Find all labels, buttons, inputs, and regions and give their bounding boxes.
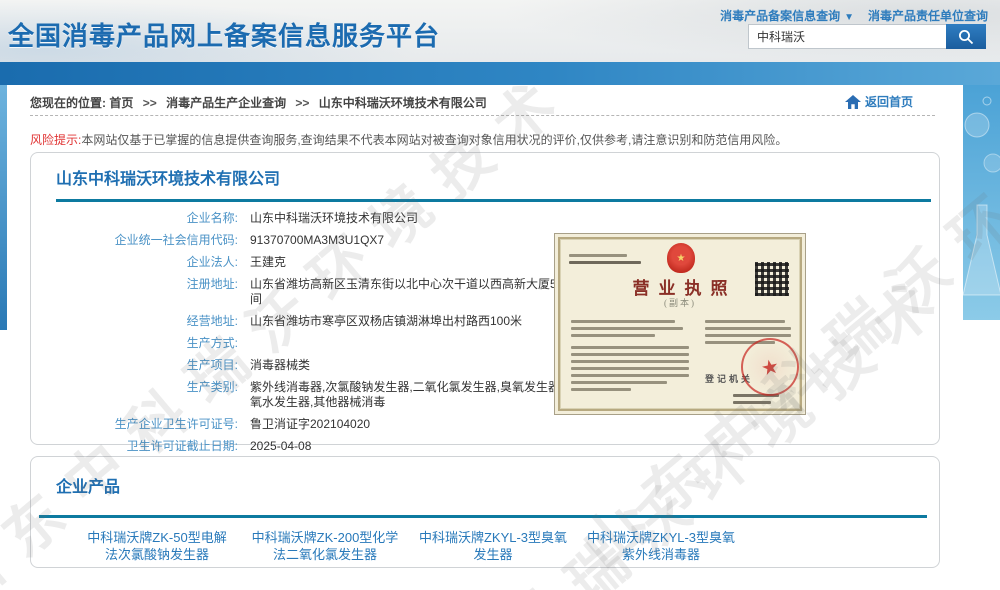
qr-code — [755, 262, 789, 296]
field-value: 紫外线消毒器,次氯酸钠发生器,二氧化氯发生器,臭氧发生器、臭氧水发生器,其他器械… — [250, 380, 590, 410]
field-row: 生产项目: 消毒器械类 — [43, 358, 603, 373]
site-header: 全国消毒产品网上备案信息服务平台 消毒产品备案信息查询 ▼ 消毒产品责任单位查询 — [0, 0, 1000, 62]
title-underline — [56, 199, 931, 202]
field-label: 生产项目: — [43, 358, 238, 373]
product-link-zk200[interactable]: 中科瑞沃牌ZK-200型化学法二氧化氯发生器 — [249, 529, 401, 563]
products-underline — [39, 515, 927, 518]
national-emblem-icon: ★ — [667, 243, 695, 273]
business-license-image: ★ 营业执照 (副本) — [554, 233, 806, 415]
license-credit-code-lines — [569, 250, 641, 268]
product-links: 中科瑞沃牌ZK-50型电解法次氯酸钠发生器 中科瑞沃牌ZK-200型化学法二氧化… — [81, 529, 753, 563]
field-label: 生产方式: — [43, 336, 238, 351]
risk-notice-label: 风险提示: — [30, 133, 81, 147]
breadcrumb-query-link[interactable]: 消毒产品生产企业查询 — [166, 96, 286, 110]
header-divider-band — [0, 62, 1000, 85]
field-label: 企业统一社会信用代码: — [43, 233, 238, 248]
chevron-down-icon: ▼ — [844, 12, 854, 23]
products-title: 企业产品 — [56, 473, 120, 497]
breadcrumb-current: 山东中科瑞沃环境技术有限公司 — [319, 96, 487, 110]
company-info-panel: 山东中科瑞沃环境技术有限公司 企业名称: 山东中科瑞沃环境技术有限公司 企业统一社… — [30, 152, 940, 445]
breadcrumb-prefix: 您现在的位置: — [30, 96, 106, 110]
field-value: 2025-04-08 — [250, 439, 311, 454]
breadcrumb: 您现在的位置: 首页 >> 消毒产品生产企业查询 >> 山东中科瑞沃环境技术有限… — [30, 94, 487, 111]
field-label: 生产企业卫生许可证号: — [43, 417, 238, 432]
product-link-zk50[interactable]: 中科瑞沃牌ZK-50型电解法次氯酸钠发生器 — [81, 529, 233, 563]
right-decor-strip — [963, 85, 1000, 320]
breadcrumb-separator: >> — [143, 96, 157, 110]
field-label: 企业名称: — [43, 211, 238, 226]
product-link-zkyl3-ozone[interactable]: 中科瑞沃牌ZKYL-3型臭氧发生器 — [417, 529, 569, 563]
back-home-link[interactable]: 返回首页 — [845, 93, 913, 110]
field-label: 企业法人: — [43, 255, 238, 270]
field-label: 卫生许可证截止日期: — [43, 439, 238, 454]
field-label: 经营地址: — [43, 314, 238, 329]
field-value: 91370700MA3M3U1QX7 — [250, 233, 384, 248]
risk-notice-text: 本网站仅基于已掌握的信息提供查询服务,查询结果不代表本网站对被查询对象信用状况的… — [81, 133, 787, 147]
field-value: 消毒器械类 — [250, 358, 310, 373]
field-row: 经营地址: 山东省潍坊市寒亭区双杨店镇湖淋埠出村路西100米 — [43, 314, 603, 329]
field-row: 企业统一社会信用代码: 91370700MA3M3U1QX7 — [43, 233, 603, 248]
nav-record-info-query[interactable]: 消毒产品备案信息查询 — [720, 9, 840, 23]
nav-responsible-unit-query[interactable]: 消毒产品责任单位查询 — [868, 9, 988, 23]
field-label: 注册地址: — [43, 277, 238, 292]
field-row: 注册地址: 山东省潍坊高新区玉清东街以北中心次干道以西高新大厦502房间 — [43, 277, 603, 307]
field-value: 鲁卫消证字202104020 — [250, 417, 370, 432]
chemistry-flask-icon — [963, 85, 1000, 320]
field-row: 企业名称: 山东中科瑞沃环境技术有限公司 — [43, 211, 603, 226]
license-left-text-lines — [571, 316, 689, 395]
breadcrumb-separator: >> — [295, 96, 309, 110]
license-subtitle: (副本) — [555, 296, 805, 309]
page: 全国消毒产品网上备案信息服务平台 消毒产品备案信息查询 ▼ 消毒产品责任单位查询 您… — [0, 0, 1000, 590]
field-value: 王建克 — [250, 255, 286, 270]
company-products-panel: 企业产品 中科瑞沃牌ZK-50型电解法次氯酸钠发生器 中科瑞沃牌ZK-200型化… — [30, 456, 940, 568]
company-fields: 企业名称: 山东中科瑞沃环境技术有限公司 企业统一社会信用代码: 91370700M… — [43, 211, 603, 461]
field-value: 山东省潍坊市寒亭区双杨店镇湖淋埠出村路西100米 — [250, 314, 522, 329]
search-button[interactable] — [946, 24, 986, 49]
risk-notice: 风险提示:本网站仅基于已掌握的信息提供查询服务,查询结果不代表本网站对被查询对象… — [30, 131, 787, 148]
search-bar — [748, 24, 986, 49]
field-row: 企业法人: 王建克 — [43, 255, 603, 270]
product-link-zkyl3-uv[interactable]: 中科瑞沃牌ZKYL-3型臭氧紫外线消毒器 — [585, 529, 737, 563]
breadcrumb-home-link[interactable]: 首页 — [109, 96, 133, 110]
breadcrumb-divider — [30, 115, 935, 116]
field-row: 生产企业卫生许可证号: 鲁卫消证字202104020 — [43, 417, 603, 432]
top-nav: 消毒产品备案信息查询 ▼ 消毒产品责任单位查询 — [720, 7, 988, 24]
search-input[interactable] — [748, 24, 946, 49]
company-title: 山东中科瑞沃环境技术有限公司 — [56, 165, 280, 189]
field-row: 生产类别: 紫外线消毒器,次氯酸钠发生器,二氧化氯发生器,臭氧发生器、臭氧水发生器… — [43, 380, 603, 410]
field-value: 山东中科瑞沃环境技术有限公司 — [250, 211, 418, 226]
field-row: 生产方式: — [43, 336, 603, 351]
back-home-label: 返回首页 — [865, 93, 913, 110]
field-row: 卫生许可证截止日期: 2025-04-08 — [43, 439, 603, 454]
site-title: 全国消毒产品网上备案信息服务平台 — [8, 16, 440, 53]
field-value: 山东省潍坊高新区玉清东街以北中心次干道以西高新大厦502房间 — [250, 277, 590, 307]
home-icon — [845, 95, 861, 109]
search-icon — [957, 28, 975, 46]
left-decor-strip — [0, 85, 7, 330]
field-label: 生产类别: — [43, 380, 238, 395]
